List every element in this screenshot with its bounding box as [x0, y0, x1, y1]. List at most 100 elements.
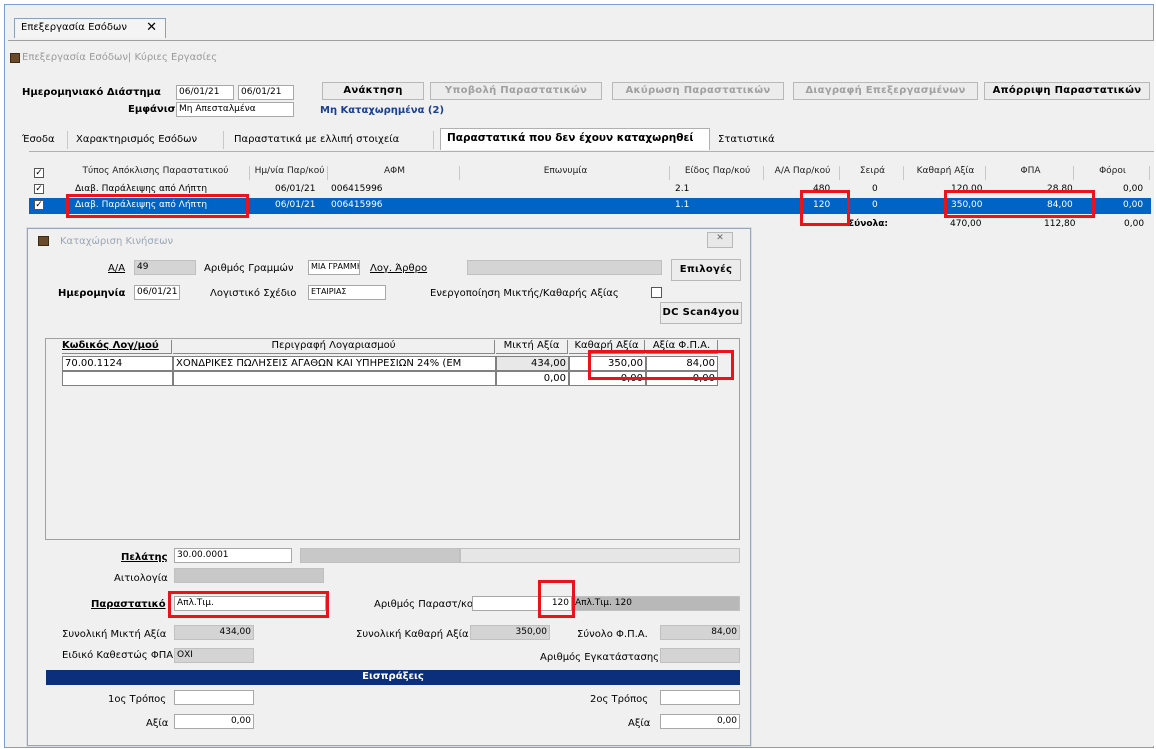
display-label: Εμφάνιση	[128, 104, 183, 115]
reason-field	[174, 568, 324, 583]
cell-taxes: 0,00	[1123, 200, 1144, 210]
cell-afm: 006415996	[331, 200, 383, 210]
cell-kind: 2.1	[675, 184, 690, 194]
tab-income[interactable]: Έσοδα	[22, 131, 68, 149]
cancel-documents-button[interactable]: Ακύρωση Παραστατικών	[612, 82, 784, 100]
sub-cell-desc[interactable]	[173, 371, 496, 386]
close-icon: ✕	[716, 233, 724, 243]
total-taxes: 0,00	[1124, 219, 1145, 229]
receipts-section-header: Εισπράξεις	[46, 670, 740, 685]
install-field	[660, 648, 740, 663]
customer-label[interactable]: Πελάτης	[121, 552, 168, 563]
method2-label: 2ος Τρόπος	[590, 694, 649, 705]
col-header-aa[interactable]: Α/Α Παρ/κού	[766, 166, 840, 180]
date-from-input[interactable]: 06/01/21	[176, 85, 234, 100]
date-field[interactable]: 06/01/21	[134, 285, 180, 300]
display-select[interactable]: Μη Απεσταλμένα	[176, 102, 294, 117]
retrieve-button[interactable]: Ανάκτηση	[322, 82, 424, 100]
method1-label: 1ος Τρόπος	[108, 694, 167, 705]
value1-label: Αξία	[146, 718, 169, 729]
reject-documents-button[interactable]: Απόρριψη Παραστατικών	[984, 82, 1150, 100]
tab-unregistered-documents[interactable]: Παραστατικά που δεν έχουν καταχωρηθεί	[440, 128, 710, 150]
value2-label: Αξία	[628, 718, 651, 729]
cell-series: 0	[872, 200, 878, 210]
col-header-name[interactable]: Επωνυμία	[462, 166, 670, 180]
tab-income-characterization[interactable]: Χαρακτηρισμός Εσόδων	[76, 131, 224, 149]
cell-kind: 1.1	[675, 200, 690, 210]
date-range-label: Ημερομηνιακό Διάστημα	[22, 87, 161, 98]
document-tab-label: Επεξεργασία Εσόδων	[21, 22, 127, 33]
col-header-net[interactable]: Καθαρή Αξία	[906, 166, 986, 180]
options-button[interactable]: Επιλογές	[671, 259, 741, 281]
delete-processed-button[interactable]: Διαγραφή Επεξεργασμένων	[793, 82, 978, 100]
highlight-doc	[168, 591, 329, 618]
col-header-taxes[interactable]: Φόροι	[1076, 166, 1150, 180]
close-icon[interactable]: ✕	[146, 20, 157, 35]
reason-label: Αιτιολογία	[114, 573, 168, 584]
lines-field[interactable]: ΜΙΑ ΓΡΑΜΜΗ	[308, 260, 360, 275]
date-to-input[interactable]: 06/01/21	[238, 85, 294, 100]
cell-series: 0	[872, 184, 878, 194]
sub-cell-desc[interactable]: ΧΟΝΔΡΙΚΕΣ ΠΩΛΗΣΕΙΣ ΑΓΑΘΩΝ ΚΑΙ ΥΠΗΡΕΣΙΩΝ …	[173, 356, 496, 371]
total-gross-label: Συνολική Μικτή Αξία	[62, 629, 167, 640]
method2-field[interactable]	[660, 690, 740, 705]
sub-col-desc[interactable]: Περιγραφή Λογαριασμού	[173, 340, 495, 354]
aa-label[interactable]: Α/Α	[108, 263, 125, 274]
doc-label[interactable]: Παραστατικό	[91, 599, 166, 610]
article-label[interactable]: Λογ. Άρθρο	[370, 263, 427, 274]
highlight-doc-no	[538, 580, 575, 618]
dialog-title: Καταχώριση Κινήσεων	[60, 236, 174, 247]
aa-field: 49	[134, 260, 196, 275]
row-checkbox[interactable]: ✓	[34, 200, 44, 210]
total-net: 470,00	[950, 219, 982, 229]
article-field	[467, 260, 662, 275]
highlight-amounts	[944, 190, 1095, 218]
totals-label: Σύνολα:	[848, 219, 889, 229]
total-vat-label: Σύνολο Φ.Π.Α.	[577, 629, 648, 640]
value1-field[interactable]: 0,00	[174, 714, 254, 729]
dc-scan-button[interactable]: DC Scan4you	[660, 302, 742, 324]
date-label: Ημερομηνία	[58, 288, 126, 299]
col-header-vat[interactable]: ΦΠΑ	[988, 166, 1074, 180]
sub-cell-gross[interactable]: 434,00	[496, 356, 569, 371]
tab-statistics[interactable]: Στατιστικά	[718, 131, 790, 149]
submit-documents-button[interactable]: Υποβολή Παραστατικών	[430, 82, 602, 100]
row-checkbox[interactable]: ✓	[34, 184, 44, 194]
col-header-series[interactable]: Σειρά	[842, 166, 904, 180]
col-header-date[interactable]: Ημ/νία Παρ/κού	[252, 166, 328, 180]
method1-field[interactable]	[174, 690, 254, 705]
tab-incomplete-documents[interactable]: Παραστατικά με ελλιπή στοιχεία	[234, 131, 434, 149]
install-label: Αριθμός Εγκατάστασης	[540, 652, 660, 663]
highlight-sub-amounts	[588, 350, 734, 380]
sub-col-code[interactable]: Κωδικός Λογ/μού	[62, 340, 172, 354]
cell-taxes: 0,00	[1123, 184, 1144, 194]
plan-field[interactable]: ΕΤΑΙΡΙΑΣ	[308, 285, 386, 300]
total-net-label: Συνολική Καθαρή Αξία	[356, 629, 469, 640]
col-header-kind[interactable]: Είδος Παρ/κού	[672, 166, 764, 180]
status-link[interactable]: Μη Καταχωρημένα (2)	[320, 105, 444, 116]
col-header-afm[interactable]: ΑΦΜ	[330, 166, 460, 180]
customer-field[interactable]: 30.00.0001	[174, 548, 292, 563]
total-gross-field: 434,00	[174, 625, 254, 640]
lines-label: Αριθμός Γραμμών	[204, 263, 294, 274]
value2-field[interactable]: 0,00	[660, 714, 740, 729]
col-header-type[interactable]: Τύπος Απόκλισης Παραστατικού	[62, 166, 250, 180]
dialog-close-button[interactable]: ✕	[707, 232, 733, 248]
sub-col-gross[interactable]: Μικτή Αξία	[496, 340, 568, 354]
total-vat-field: 84,00	[660, 625, 740, 640]
total-net-field: 350,00	[470, 625, 550, 640]
document-tab[interactable]: Επεξεργασία Εσόδων ✕	[14, 18, 166, 38]
cell-date: 06/01/21	[275, 184, 316, 194]
select-all-checkbox[interactable]: ✓	[34, 168, 44, 178]
vat-status-label: Ειδικό Καθεστώς ΦΠΑ	[62, 650, 174, 661]
cell-afm: 006415996	[331, 184, 383, 194]
sub-cell-code[interactable]	[62, 371, 173, 386]
sub-cell-code[interactable]: 70.00.1124	[62, 356, 173, 371]
breadcrumb: Επεξεργασία Εσόδων| Κύριες Εργασίες	[22, 52, 218, 63]
app-icon	[10, 53, 20, 63]
gross-net-checkbox[interactable]	[651, 287, 662, 298]
highlight-type	[66, 194, 249, 218]
doc-desc-field: Απλ.Τιμ. 120	[572, 596, 740, 611]
cell-date: 06/01/21	[275, 200, 316, 210]
sub-cell-gross[interactable]: 0,00	[496, 371, 569, 386]
